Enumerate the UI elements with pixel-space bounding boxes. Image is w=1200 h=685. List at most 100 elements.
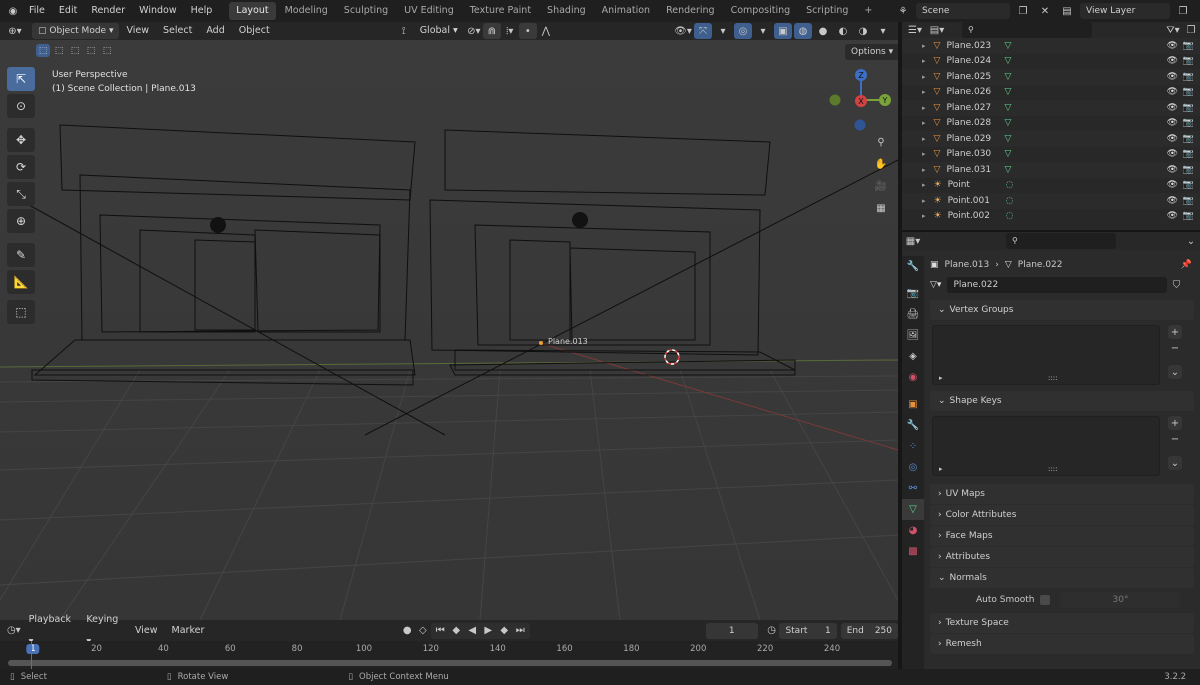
fake-user-icon[interactable]: ⛉	[1167, 277, 1185, 293]
play-reverse-icon[interactable]: ◀	[465, 623, 480, 639]
3d-viewport[interactable]: Plane.013	[0, 40, 898, 620]
visibility-eye-icon[interactable]: 👁	[1167, 72, 1178, 82]
select-intersect-icon[interactable]: ⬚	[100, 44, 114, 57]
mesh-data-icon[interactable]: ▽	[1004, 149, 1011, 159]
xray-icon[interactable]: ▣	[774, 23, 792, 39]
current-frame-marker[interactable]: 1	[26, 644, 40, 654]
preview-range-icon[interactable]: ◷	[764, 623, 780, 639]
scene-field[interactable]: Scene	[916, 3, 1010, 19]
render-camera-icon[interactable]: 📷	[1183, 211, 1194, 221]
remove-shape-key-icon[interactable]: −	[1168, 432, 1182, 446]
render-tab-icon[interactable]: 📷	[902, 283, 924, 304]
outliner-editor-icon[interactable]: ☰▾	[906, 22, 924, 38]
select-new-icon[interactable]: ⬚	[36, 44, 50, 57]
solid-shading-icon[interactable]: ●	[814, 23, 832, 39]
zoom-icon[interactable]: ⚲	[872, 134, 890, 150]
snap-target-icon[interactable]: ⦙▾	[501, 23, 519, 39]
visibility-eye-icon[interactable]: 👁	[1167, 180, 1178, 190]
texture-tab-icon[interactable]: ▩	[902, 541, 924, 562]
outliner-row[interactable]: ▸ ☀ Point.001 ◌ 👁 📷	[902, 193, 1200, 209]
visibility-eye-icon[interactable]: 👁	[1167, 196, 1178, 206]
add-workspace-icon[interactable]: +	[857, 2, 879, 20]
end-frame-field[interactable]: End 250	[840, 622, 898, 639]
menu-window[interactable]: Window	[132, 0, 183, 22]
outliner-row[interactable]: ▸ ▽ Plane.028 ▽ 👁 📷	[902, 116, 1200, 132]
expand-arrow-icon[interactable]: ▸	[922, 57, 926, 65]
menu-add[interactable]: Add	[199, 20, 231, 42]
physics-tab-icon[interactable]: ◎	[902, 457, 924, 478]
data-name-field[interactable]: Plane.022	[947, 277, 1168, 293]
remove-vertex-group-icon[interactable]: −	[1168, 341, 1182, 355]
record-icon[interactable]: ●	[399, 623, 415, 639]
tool-tab-icon[interactable]: 🔧	[902, 256, 924, 277]
mode-dropdown[interactable]: ▢ Object Mode ▾	[32, 23, 120, 39]
start-frame-field[interactable]: Start 1	[779, 622, 837, 639]
gizmo-toggle-icon[interactable]: ⤧	[694, 23, 712, 39]
expand-arrow-icon[interactable]: ▸	[922, 119, 926, 127]
rotate-tool-icon[interactable]: ⟳	[7, 155, 35, 179]
pan-hand-icon[interactable]: ✋	[872, 156, 890, 172]
render-camera-icon[interactable]: 📷	[1183, 165, 1194, 175]
particles-tab-icon[interactable]: ⁘	[902, 436, 924, 457]
ortho-grid-icon[interactable]: ▦	[872, 200, 890, 216]
world-tab-icon[interactable]: ◉	[902, 367, 924, 388]
area-divider-horizontal[interactable]	[902, 230, 1200, 232]
mesh-data-icon[interactable]: ▽	[1004, 165, 1011, 175]
gizmo-neg-y-axis[interactable]	[829, 94, 841, 106]
vertex-groups-header[interactable]: ⌄ Vertex Groups	[930, 300, 1194, 320]
light-data-icon[interactable]: ◌	[1006, 211, 1014, 221]
blender-logo-icon[interactable]: ◉	[4, 3, 22, 19]
visibility-eye-icon[interactable]: 👁	[1167, 118, 1178, 128]
expand-arrow-icon[interactable]: ▸	[922, 73, 926, 81]
overlay-toggle-icon[interactable]: ◎	[734, 23, 752, 39]
outliner-row[interactable]: ▸ ▽ Plane.024 ▽ 👁 📷	[902, 54, 1200, 70]
remesh-header[interactable]: › Remesh	[930, 634, 1194, 654]
move-tool-icon[interactable]: ✥	[7, 128, 35, 152]
render-camera-icon[interactable]: 📷	[1183, 103, 1194, 113]
light-data-icon[interactable]: ◌	[1006, 196, 1014, 206]
output-tab-icon[interactable]: 🖨	[902, 304, 924, 325]
new-collection-icon[interactable]: ❐	[1182, 22, 1200, 38]
current-frame-field[interactable]: 1	[705, 622, 758, 639]
material-tab-icon[interactable]: ◕	[902, 520, 924, 541]
measure-tool-icon[interactable]: 📐	[7, 270, 35, 294]
new-view-layer-icon[interactable]: ❐	[1174, 3, 1192, 19]
shading-dropdown-icon[interactable]: ▾	[874, 23, 892, 39]
tab-sculpting[interactable]: Sculpting	[337, 2, 395, 20]
expand-arrow-icon[interactable]: ▸	[922, 104, 926, 112]
filter-icon[interactable]: ⛛▾	[1164, 22, 1182, 38]
annotate-tool-icon[interactable]: ✎	[7, 243, 35, 267]
select-invert-icon[interactable]: ⬚	[84, 44, 98, 57]
add-vertex-group-icon[interactable]: +	[1168, 325, 1182, 339]
next-key-icon[interactable]: ◆	[497, 623, 512, 639]
menu-object[interactable]: Object	[232, 20, 277, 42]
outliner-row[interactable]: ▸ ▽ Plane.026 ▽ 👁 📷	[902, 85, 1200, 101]
visibility-eye-icon[interactable]: 👁	[1167, 165, 1178, 175]
auto-smooth-angle-field[interactable]: 30°	[1060, 592, 1181, 608]
render-camera-icon[interactable]: 📷	[1183, 87, 1194, 97]
render-camera-icon[interactable]: 📷	[1183, 134, 1194, 144]
rendered-shading-icon[interactable]: ◑	[854, 23, 872, 39]
material-shading-icon[interactable]: ◐	[834, 23, 852, 39]
menu-help[interactable]: Help	[184, 0, 220, 22]
tab-shading[interactable]: Shading	[540, 2, 593, 20]
display-mode-icon[interactable]: ▤▾	[928, 22, 946, 38]
uv-maps-header[interactable]: › UV Maps	[930, 484, 1194, 504]
outliner-row[interactable]: ▸ ▽ Plane.027 ▽ 👁 📷	[902, 100, 1200, 116]
face-maps-header[interactable]: › Face Maps	[930, 526, 1194, 546]
expand-arrow-icon[interactable]: ▸	[922, 181, 926, 189]
tab-uv-editing[interactable]: UV Editing	[397, 2, 461, 20]
modifier-tab-icon[interactable]: 🔧	[902, 415, 924, 436]
properties-search-input[interactable]: ⚲	[1006, 233, 1116, 249]
render-camera-icon[interactable]: 📷	[1183, 118, 1194, 128]
marker-menu[interactable]: Marker	[165, 620, 212, 642]
render-camera-icon[interactable]: 📷	[1183, 56, 1194, 66]
tab-compositing[interactable]: Compositing	[724, 2, 798, 20]
orientation-icon[interactable]: ⟟	[395, 23, 413, 39]
render-camera-icon[interactable]: 📷	[1183, 41, 1194, 51]
delete-scene-icon[interactable]: ✕	[1036, 3, 1054, 19]
mesh-data-icon[interactable]: ▽	[1004, 103, 1011, 113]
shape-keys-header[interactable]: ⌄ Shape Keys	[930, 391, 1194, 411]
gizmo-neg-z-axis[interactable]	[854, 119, 866, 131]
properties-editor-icon[interactable]: ▦▾	[904, 233, 922, 249]
